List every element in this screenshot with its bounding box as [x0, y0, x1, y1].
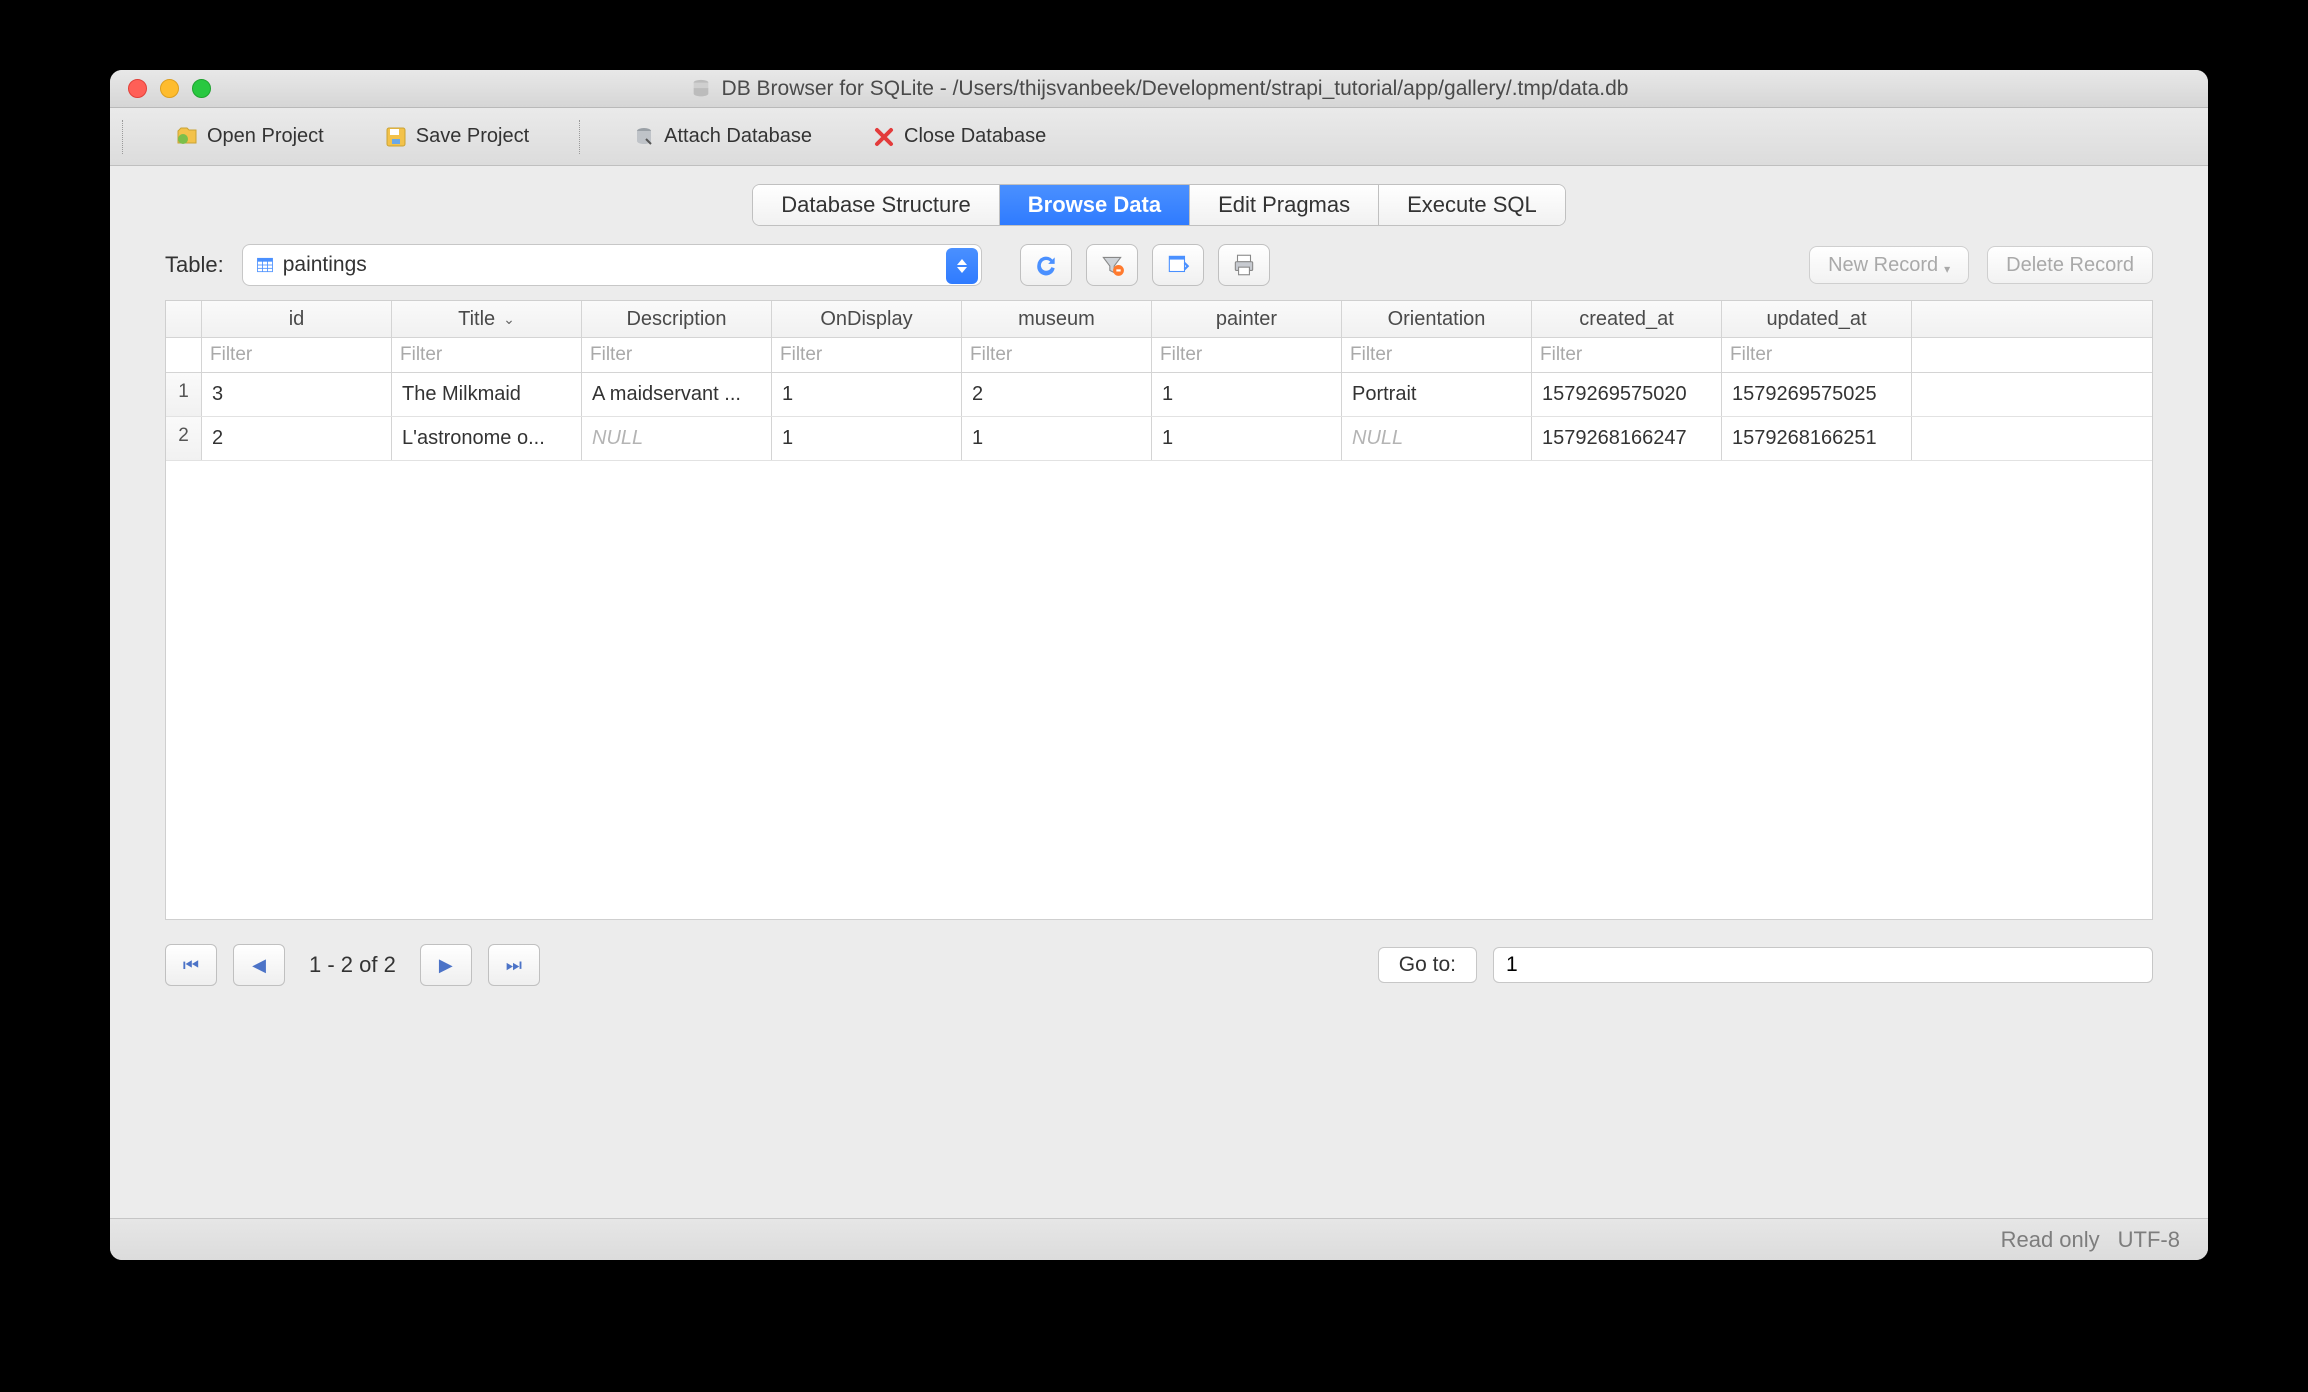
cell-id[interactable]: 2: [202, 417, 392, 460]
cell-title[interactable]: The Milkmaid: [392, 373, 582, 416]
filter-created-at[interactable]: [1532, 338, 1721, 372]
save-data-button[interactable]: [1152, 244, 1204, 286]
close-database-label: Close Database: [904, 125, 1046, 148]
close-database-icon: [872, 125, 896, 149]
next-page-button[interactable]: ▶: [420, 944, 472, 986]
filter-id[interactable]: [202, 338, 391, 372]
col-header-id[interactable]: id: [202, 301, 392, 337]
col-header-museum[interactable]: museum: [962, 301, 1152, 337]
new-record-label: New Record: [1828, 254, 1938, 277]
col-header-orientation[interactable]: Orientation: [1342, 301, 1532, 337]
filter-updated-at[interactable]: [1722, 338, 1911, 372]
col-header-description[interactable]: Description: [582, 301, 772, 337]
col-header-updated-at[interactable]: updated_at: [1722, 301, 1912, 337]
table-icon: [255, 255, 275, 275]
status-readonly: Read only: [2001, 1227, 2100, 1253]
main-toolbar: Open Project Save Project Attach Databas…: [110, 108, 2208, 166]
cell-orientation[interactable]: NULL: [1342, 417, 1532, 460]
last-page-icon: ⏭: [506, 955, 522, 976]
open-project-button[interactable]: Open Project: [165, 119, 334, 155]
cell-museum[interactable]: 2: [962, 373, 1152, 416]
cell-ondisplay[interactable]: 1: [772, 417, 962, 460]
tab-execute-sql[interactable]: Execute SQL: [1379, 185, 1565, 225]
filter-description[interactable]: [582, 338, 771, 372]
save-project-icon: [384, 125, 408, 149]
open-project-icon: [175, 125, 199, 149]
sort-desc-icon: ⌄: [503, 311, 515, 328]
row-number: 1: [166, 373, 202, 416]
print-button[interactable]: [1218, 244, 1270, 286]
cell-created_at[interactable]: 1579269575020: [1532, 373, 1722, 416]
table-row[interactable]: 22L'astronome o...NULL111NULL15792681662…: [166, 417, 2152, 461]
filter-ondisplay[interactable]: [772, 338, 961, 372]
filter-painter[interactable]: [1152, 338, 1341, 372]
save-project-label: Save Project: [416, 125, 529, 148]
goto-input[interactable]: [1493, 947, 2153, 983]
status-encoding: UTF-8: [2118, 1227, 2180, 1253]
close-database-button[interactable]: Close Database: [862, 119, 1056, 155]
prev-page-icon: ◀: [252, 955, 266, 976]
tab-edit-pragmas[interactable]: Edit Pragmas: [1190, 185, 1379, 225]
cell-museum[interactable]: 1: [962, 417, 1152, 460]
statusbar: Read only UTF-8: [110, 1218, 2208, 1260]
first-page-icon: ⏮: [183, 955, 199, 976]
data-grid: id Title⌄ Description OnDisplay museum p…: [165, 300, 2153, 920]
filter-clear-icon: [1099, 252, 1125, 278]
prev-page-button[interactable]: ◀: [233, 944, 285, 986]
first-page-button[interactable]: ⏮: [165, 944, 217, 986]
last-page-button[interactable]: ⏭: [488, 944, 540, 986]
attach-database-icon: [632, 125, 656, 149]
printer-icon: [1231, 252, 1257, 278]
cell-description[interactable]: A maidservant ...: [582, 373, 772, 416]
tab-browse-data[interactable]: Browse Data: [1000, 185, 1190, 225]
attach-database-label: Attach Database: [664, 125, 812, 148]
chevron-down-icon: ▾: [1944, 262, 1950, 276]
goto-label: Go to:: [1378, 947, 1477, 983]
filter-title[interactable]: [392, 338, 581, 372]
col-header-created-at[interactable]: created_at: [1532, 301, 1722, 337]
cell-created_at[interactable]: 1579268166247: [1532, 417, 1722, 460]
table-select-value: paintings: [283, 253, 367, 277]
cell-painter[interactable]: 1: [1152, 417, 1342, 460]
col-header-painter[interactable]: painter: [1152, 301, 1342, 337]
cell-updated_at[interactable]: 1579269575025: [1722, 373, 1912, 416]
table-row[interactable]: 13The MilkmaidA maidservant ...121Portra…: [166, 373, 2152, 417]
filter-museum[interactable]: [962, 338, 1151, 372]
save-data-icon: [1165, 252, 1191, 278]
window-title: DB Browser for SQLite - /Users/thijsvanb…: [722, 77, 1629, 101]
new-record-button[interactable]: New Record ▾: [1809, 246, 1969, 284]
database-icon: [690, 78, 712, 100]
refresh-button[interactable]: [1020, 244, 1072, 286]
page-status: 1 - 2 of 2: [309, 952, 396, 978]
table-label: Table:: [165, 252, 224, 278]
row-number: 2: [166, 417, 202, 460]
cell-description[interactable]: NULL: [582, 417, 772, 460]
titlebar: DB Browser for SQLite - /Users/thijsvanb…: [110, 70, 2208, 108]
tab-database-structure[interactable]: Database Structure: [753, 185, 1000, 225]
rownum-header: [166, 301, 202, 337]
col-header-title[interactable]: Title⌄: [392, 301, 582, 337]
save-project-button[interactable]: Save Project: [374, 119, 539, 155]
delete-record-button[interactable]: Delete Record: [1987, 246, 2153, 284]
cell-title[interactable]: L'astronome o...: [392, 417, 582, 460]
cell-ondisplay[interactable]: 1: [772, 373, 962, 416]
main-tabbar: Database Structure Browse Data Edit Prag…: [752, 184, 1566, 226]
next-page-icon: ▶: [439, 955, 453, 976]
cell-painter[interactable]: 1: [1152, 373, 1342, 416]
cell-orientation[interactable]: Portrait: [1342, 373, 1532, 416]
chevron-updown-icon: [946, 248, 978, 284]
app-window: DB Browser for SQLite - /Users/thijsvanb…: [110, 70, 2208, 1260]
open-project-label: Open Project: [207, 125, 324, 148]
col-header-ondisplay[interactable]: OnDisplay: [772, 301, 962, 337]
filter-orientation[interactable]: [1342, 338, 1531, 372]
table-select[interactable]: paintings: [242, 244, 982, 286]
refresh-icon: [1033, 252, 1059, 278]
attach-database-button[interactable]: Attach Database: [622, 119, 822, 155]
cell-id[interactable]: 3: [202, 373, 392, 416]
cell-updated_at[interactable]: 1579268166251: [1722, 417, 1912, 460]
clear-filters-button[interactable]: [1086, 244, 1138, 286]
